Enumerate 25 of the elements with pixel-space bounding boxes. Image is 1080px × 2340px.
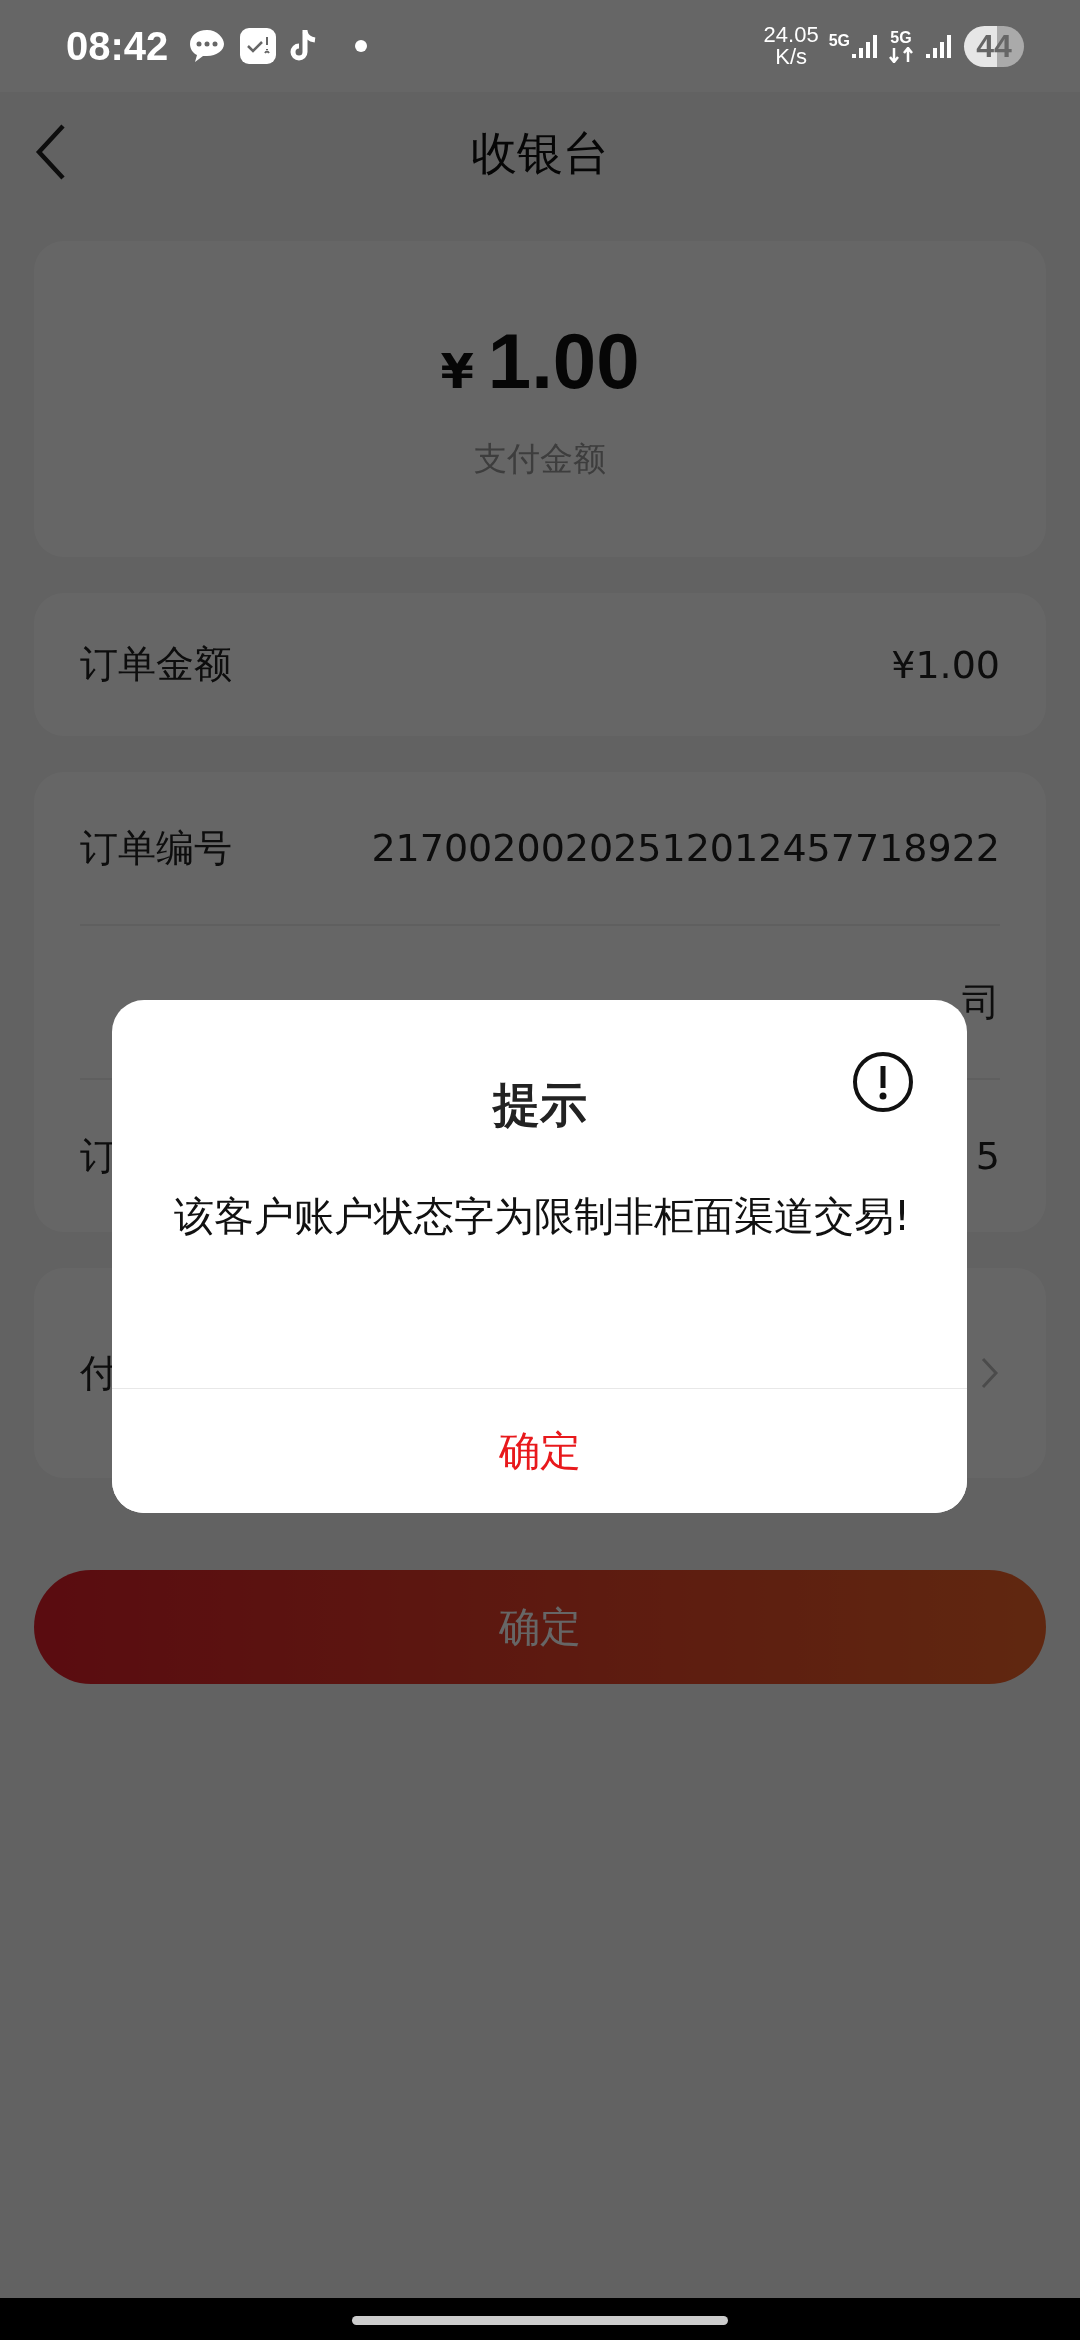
row-label: 订单金额 (80, 641, 232, 688)
row-value: ¥1.00 (891, 642, 1000, 687)
signal-icon (924, 32, 954, 60)
dialog-confirm-button[interactable]: 确定 (112, 1388, 967, 1513)
row-value: 司 (962, 978, 1000, 1026)
row-value: 21700200202512012457718922 (371, 826, 1000, 870)
network-type-label: 5G (828, 32, 850, 50)
network-type-label: 5G (890, 29, 912, 47)
row-label: 订单编号 (80, 824, 232, 872)
page-title: 收银台 (471, 124, 609, 182)
signal-icon (850, 32, 878, 60)
data-arrows-icon (888, 47, 914, 63)
clock-time: 08:42 (66, 23, 169, 69)
row-value: 5 (975, 1134, 1000, 1178)
notification-dot-icon (354, 39, 369, 53)
dialog-message: 该客户账户状态字为限制非柜面渠道交易! (173, 1192, 912, 1241)
checklist-app-icon (240, 28, 277, 64)
net-speed-unit: K/s (775, 46, 807, 68)
battery-level: 44 (964, 25, 1024, 67)
net-speed-value: 24.05 (763, 24, 819, 46)
currency-symbol: ¥ (440, 343, 474, 399)
alert-icon (851, 1050, 915, 1114)
chat-bubble-icon (188, 27, 227, 65)
payment-amount: 1.00 (487, 316, 640, 407)
dialog-title: 提示 (492, 1076, 587, 1134)
